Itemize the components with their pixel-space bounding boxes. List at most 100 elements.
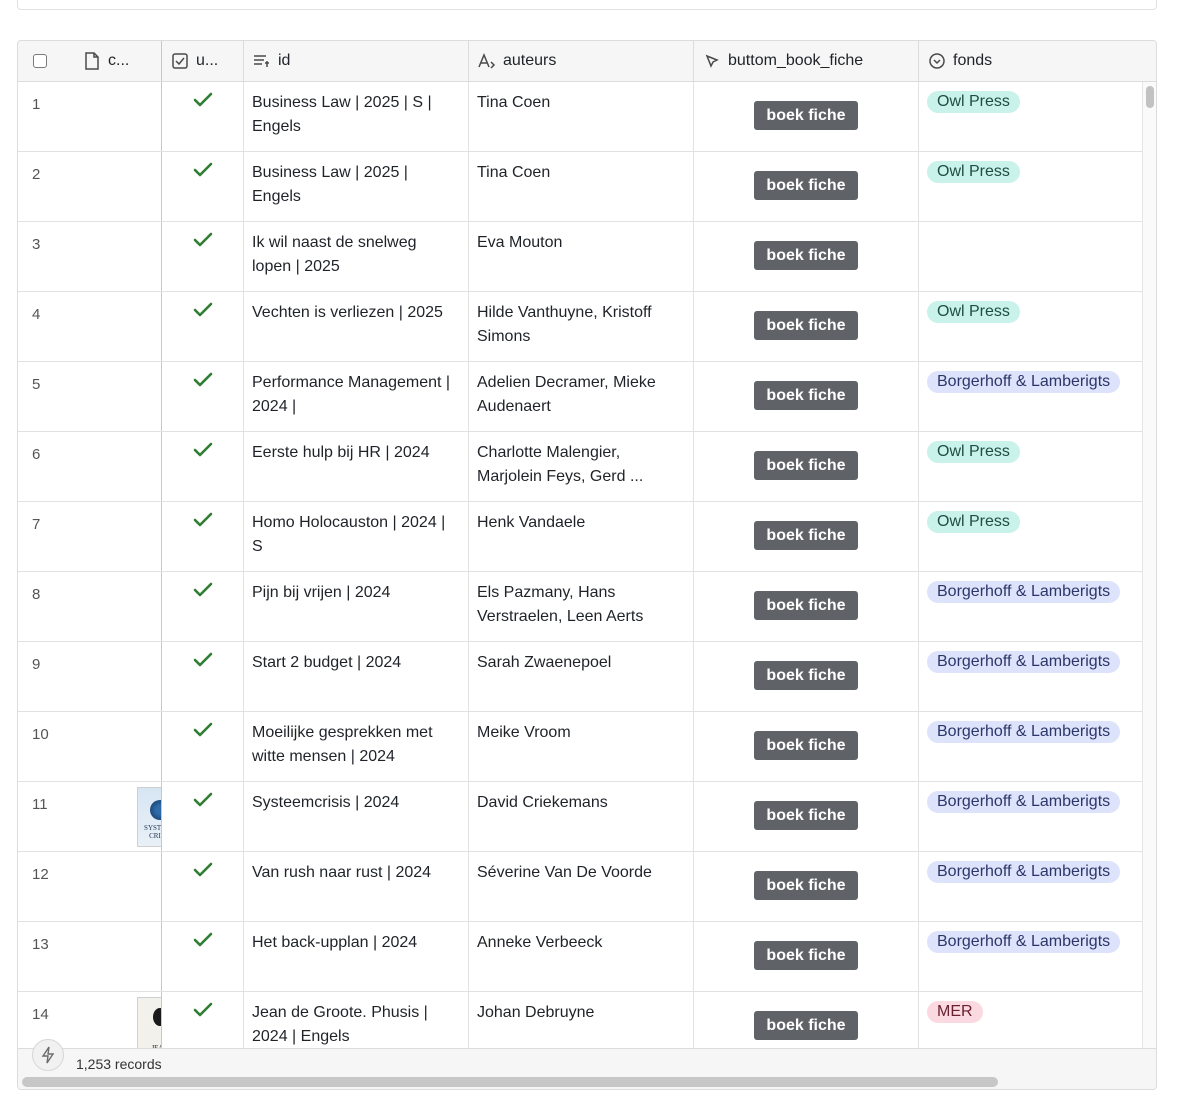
u-cell[interactable]	[162, 502, 244, 571]
table-row[interactable]: 7 Homo Holocauston | 2024 | S Henk Vandael…	[18, 502, 1144, 572]
u-cell[interactable]	[162, 782, 244, 851]
boek-fiche-button[interactable]: boek fiche	[754, 801, 858, 830]
boek-fiche-button[interactable]: boek fiche	[754, 451, 858, 480]
fonds-cell[interactable]: Owl Press	[919, 502, 1144, 571]
fonds-cell[interactable]: Borgerhoff & Lamberigts	[919, 642, 1144, 711]
u-cell[interactable]	[162, 572, 244, 641]
select-all-checkbox[interactable]	[33, 54, 47, 68]
u-cell[interactable]	[162, 222, 244, 291]
id-cell[interactable]: Business Law | 2025 | S | Engels	[244, 82, 469, 151]
id-cell[interactable]: Moeilijke gesprekken met witte mensen | …	[244, 712, 469, 781]
cover-cell[interactable]	[78, 712, 162, 781]
auteurs-cell[interactable]: Els Pazmany, Hans Verstraelen, Leen Aert…	[469, 572, 694, 641]
u-cell[interactable]	[162, 82, 244, 151]
cover-cell[interactable]	[78, 82, 162, 151]
cover-cell[interactable]	[78, 922, 162, 991]
table-row[interactable]: 6 Eerste hulp bij HR | 2024 Charlotte Male…	[18, 432, 1144, 502]
id-cell[interactable]: Business Law | 2025 | Engels	[244, 152, 469, 221]
boek-fiche-button[interactable]: boek fiche	[754, 101, 858, 130]
fonds-cell[interactable]: MER	[919, 992, 1144, 1048]
table-row[interactable]: 14Jean de Groote. Phusis | 2024 | Engels…	[18, 992, 1144, 1048]
header-auteurs[interactable]: auteurs	[469, 41, 694, 81]
auteurs-cell[interactable]: Johan Debruyne	[469, 992, 694, 1048]
fonds-cell[interactable]: Borgerhoff & Lamberigts	[919, 572, 1144, 641]
horizontal-scrollbar-thumb[interactable]	[22, 1077, 998, 1087]
cover-cell[interactable]	[78, 852, 162, 921]
boek-fiche-button[interactable]: boek fiche	[754, 521, 858, 550]
fonds-cell[interactable]: Borgerhoff & Lamberigts	[919, 362, 1144, 431]
boek-fiche-button[interactable]: boek fiche	[754, 381, 858, 410]
auteurs-cell[interactable]: Sarah Zwaenepoel	[469, 642, 694, 711]
table-row[interactable]: 12 Van rush naar rust | 2024 Séverine Van …	[18, 852, 1144, 922]
id-cell[interactable]: Start 2 budget | 2024	[244, 642, 469, 711]
boek-fiche-button[interactable]: boek fiche	[754, 591, 858, 620]
auteurs-cell[interactable]: Eva Mouton	[469, 222, 694, 291]
id-cell[interactable]: Ik wil naast de snelweg lopen | 2025	[244, 222, 469, 291]
auteurs-cell[interactable]: Hilde Vanthuyne, Kristoff Simons	[469, 292, 694, 361]
table-row[interactable]: 9 Start 2 budget | 2024 Sarah Zwaenepoel bo…	[18, 642, 1144, 712]
table-row[interactable]: 11 Systeemcrisis | 2024David Criekemans bo…	[18, 782, 1144, 852]
boek-fiche-button[interactable]: boek fiche	[754, 941, 858, 970]
id-cell[interactable]: Jean de Groote. Phusis | 2024 | Engels	[244, 992, 469, 1048]
id-cell[interactable]: Systeemcrisis | 2024	[244, 782, 469, 851]
u-cell[interactable]	[162, 992, 244, 1048]
u-cell[interactable]	[162, 852, 244, 921]
boek-fiche-button[interactable]: boek fiche	[754, 1011, 858, 1040]
table-row[interactable]: 1 Business Law | 2025 | S | Engels Tina Co…	[18, 82, 1144, 152]
header-select-all[interactable]	[18, 41, 78, 81]
fonds-cell[interactable]: Borgerhoff & Lamberigts	[919, 922, 1144, 991]
fonds-cell[interactable]	[919, 222, 1144, 291]
header-fonds[interactable]: fonds	[919, 41, 1144, 81]
fonds-cell[interactable]: Borgerhoff & Lamberigts	[919, 782, 1144, 851]
id-cell[interactable]: Van rush naar rust | 2024	[244, 852, 469, 921]
id-cell[interactable]: Homo Holocauston | 2024 | S	[244, 502, 469, 571]
auteurs-cell[interactable]: Meike Vroom	[469, 712, 694, 781]
cover-thumbnail[interactable]	[137, 997, 161, 1048]
table-row[interactable]: 8 Pijn bij vrijen | 2024 Els Pazmany, Hans…	[18, 572, 1144, 642]
auteurs-cell[interactable]: Tina Coen	[469, 82, 694, 151]
u-cell[interactable]	[162, 922, 244, 991]
auteurs-cell[interactable]: Adelien Decramer, Mieke Audenaert	[469, 362, 694, 431]
table-row[interactable]: 10 Moeilijke gesprekken met witte mensen …	[18, 712, 1144, 782]
auteurs-cell[interactable]: Séverine Van De Voorde	[469, 852, 694, 921]
table-row[interactable]: 13 Het back-upplan | 2024 Anneke Verbeeck b…	[18, 922, 1144, 992]
header-id[interactable]: id	[244, 41, 469, 81]
auteurs-cell[interactable]: David Criekemans	[469, 782, 694, 851]
id-cell[interactable]: Vechten is verliezen | 2025	[244, 292, 469, 361]
fonds-cell[interactable]: Owl Press	[919, 82, 1144, 151]
boek-fiche-button[interactable]: boek fiche	[754, 171, 858, 200]
table-row[interactable]: 3 Ik wil naast de snelweg lopen | 2025 Eva…	[18, 222, 1144, 292]
fonds-cell[interactable]: Owl Press	[919, 432, 1144, 501]
vertical-scrollbar[interactable]	[1142, 82, 1156, 1048]
cover-cell[interactable]	[78, 222, 162, 291]
cover-cell[interactable]	[78, 642, 162, 711]
boek-fiche-button[interactable]: boek fiche	[754, 241, 858, 270]
boek-fiche-button[interactable]: boek fiche	[754, 731, 858, 760]
cover-cell[interactable]	[78, 292, 162, 361]
table-row[interactable]: 5 Performance Management | 2024 | Adelien …	[18, 362, 1144, 432]
table-row[interactable]: 4 Vechten is verliezen | 2025 Hilde Vanthu…	[18, 292, 1144, 362]
cover-cell[interactable]	[78, 362, 162, 431]
cover-cell[interactable]	[78, 782, 162, 851]
header-u[interactable]: u...	[162, 41, 244, 81]
boek-fiche-button[interactable]: boek fiche	[754, 871, 858, 900]
vertical-scrollbar-thumb[interactable]	[1146, 86, 1154, 108]
fonds-cell[interactable]: Borgerhoff & Lamberigts	[919, 712, 1144, 781]
auteurs-cell[interactable]: Tina Coen	[469, 152, 694, 221]
fonds-cell[interactable]: Owl Press	[919, 152, 1144, 221]
auteurs-cell[interactable]: Henk Vandaele	[469, 502, 694, 571]
id-cell[interactable]: Het back-upplan | 2024	[244, 922, 469, 991]
u-cell[interactable]	[162, 292, 244, 361]
id-cell[interactable]: Performance Management | 2024 |	[244, 362, 469, 431]
auteurs-cell[interactable]: Anneke Verbeeck	[469, 922, 694, 991]
fonds-cell[interactable]: Owl Press	[919, 292, 1144, 361]
u-cell[interactable]	[162, 642, 244, 711]
cover-cell[interactable]	[78, 572, 162, 641]
boek-fiche-button[interactable]: boek fiche	[754, 661, 858, 690]
cover-cell[interactable]	[78, 502, 162, 571]
u-cell[interactable]	[162, 712, 244, 781]
fonds-cell[interactable]: Borgerhoff & Lamberigts	[919, 852, 1144, 921]
cover-thumbnail[interactable]	[137, 787, 161, 847]
lightning-icon[interactable]	[32, 1039, 64, 1071]
id-cell[interactable]: Pijn bij vrijen | 2024	[244, 572, 469, 641]
